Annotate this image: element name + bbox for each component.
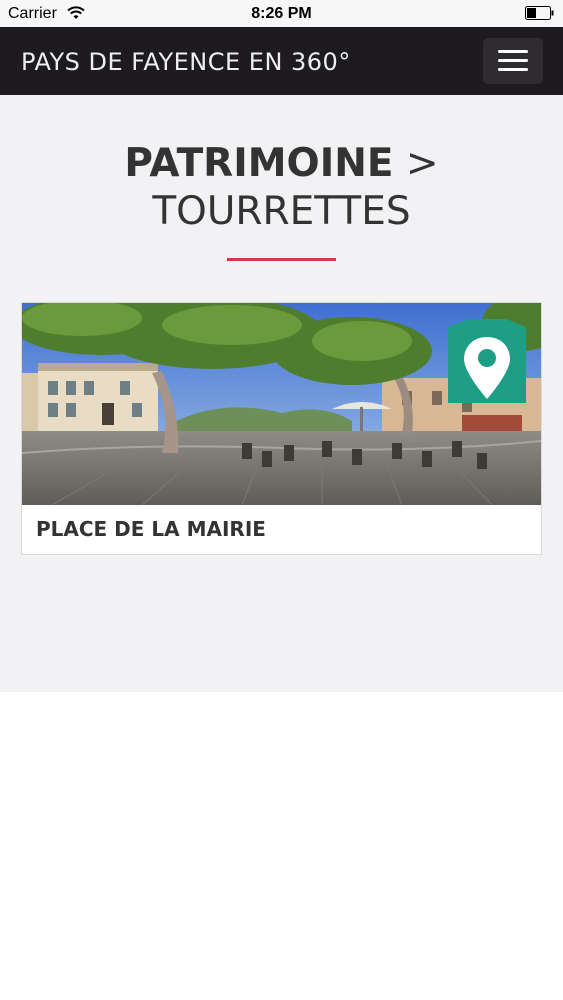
main-content: PATRIMOINE > TOURRETTES PLACE DE LA MAIR… bbox=[0, 95, 563, 692]
panorama-card[interactable]: PLACE DE LA MAIRIE bbox=[21, 302, 542, 555]
hamburger-menu-button[interactable] bbox=[483, 38, 543, 84]
page-title-category: PATRIMOINE bbox=[124, 141, 394, 186]
page-title: PATRIMOINE > TOURRETTES bbox=[0, 140, 563, 236]
map-pin-icon bbox=[448, 319, 526, 403]
site-brand-link[interactable]: PAYS DE FAYENCE EN 360° bbox=[21, 48, 351, 76]
clock-time: 8:26 PM bbox=[251, 5, 312, 22]
status-bar: Carrier 8:26 PM bbox=[0, 0, 563, 27]
panorama-card-title[interactable]: PLACE DE LA MAIRIE bbox=[36, 517, 266, 541]
battery-icon bbox=[525, 6, 555, 20]
top-navbar: PAYS DE FAYENCE EN 360° bbox=[0, 27, 563, 95]
360-panorama-photo[interactable] bbox=[22, 303, 541, 505]
breadcrumb-separator: > bbox=[393, 141, 439, 186]
title-divider bbox=[227, 258, 336, 261]
page-title-location: TOURRETTES bbox=[152, 189, 411, 234]
